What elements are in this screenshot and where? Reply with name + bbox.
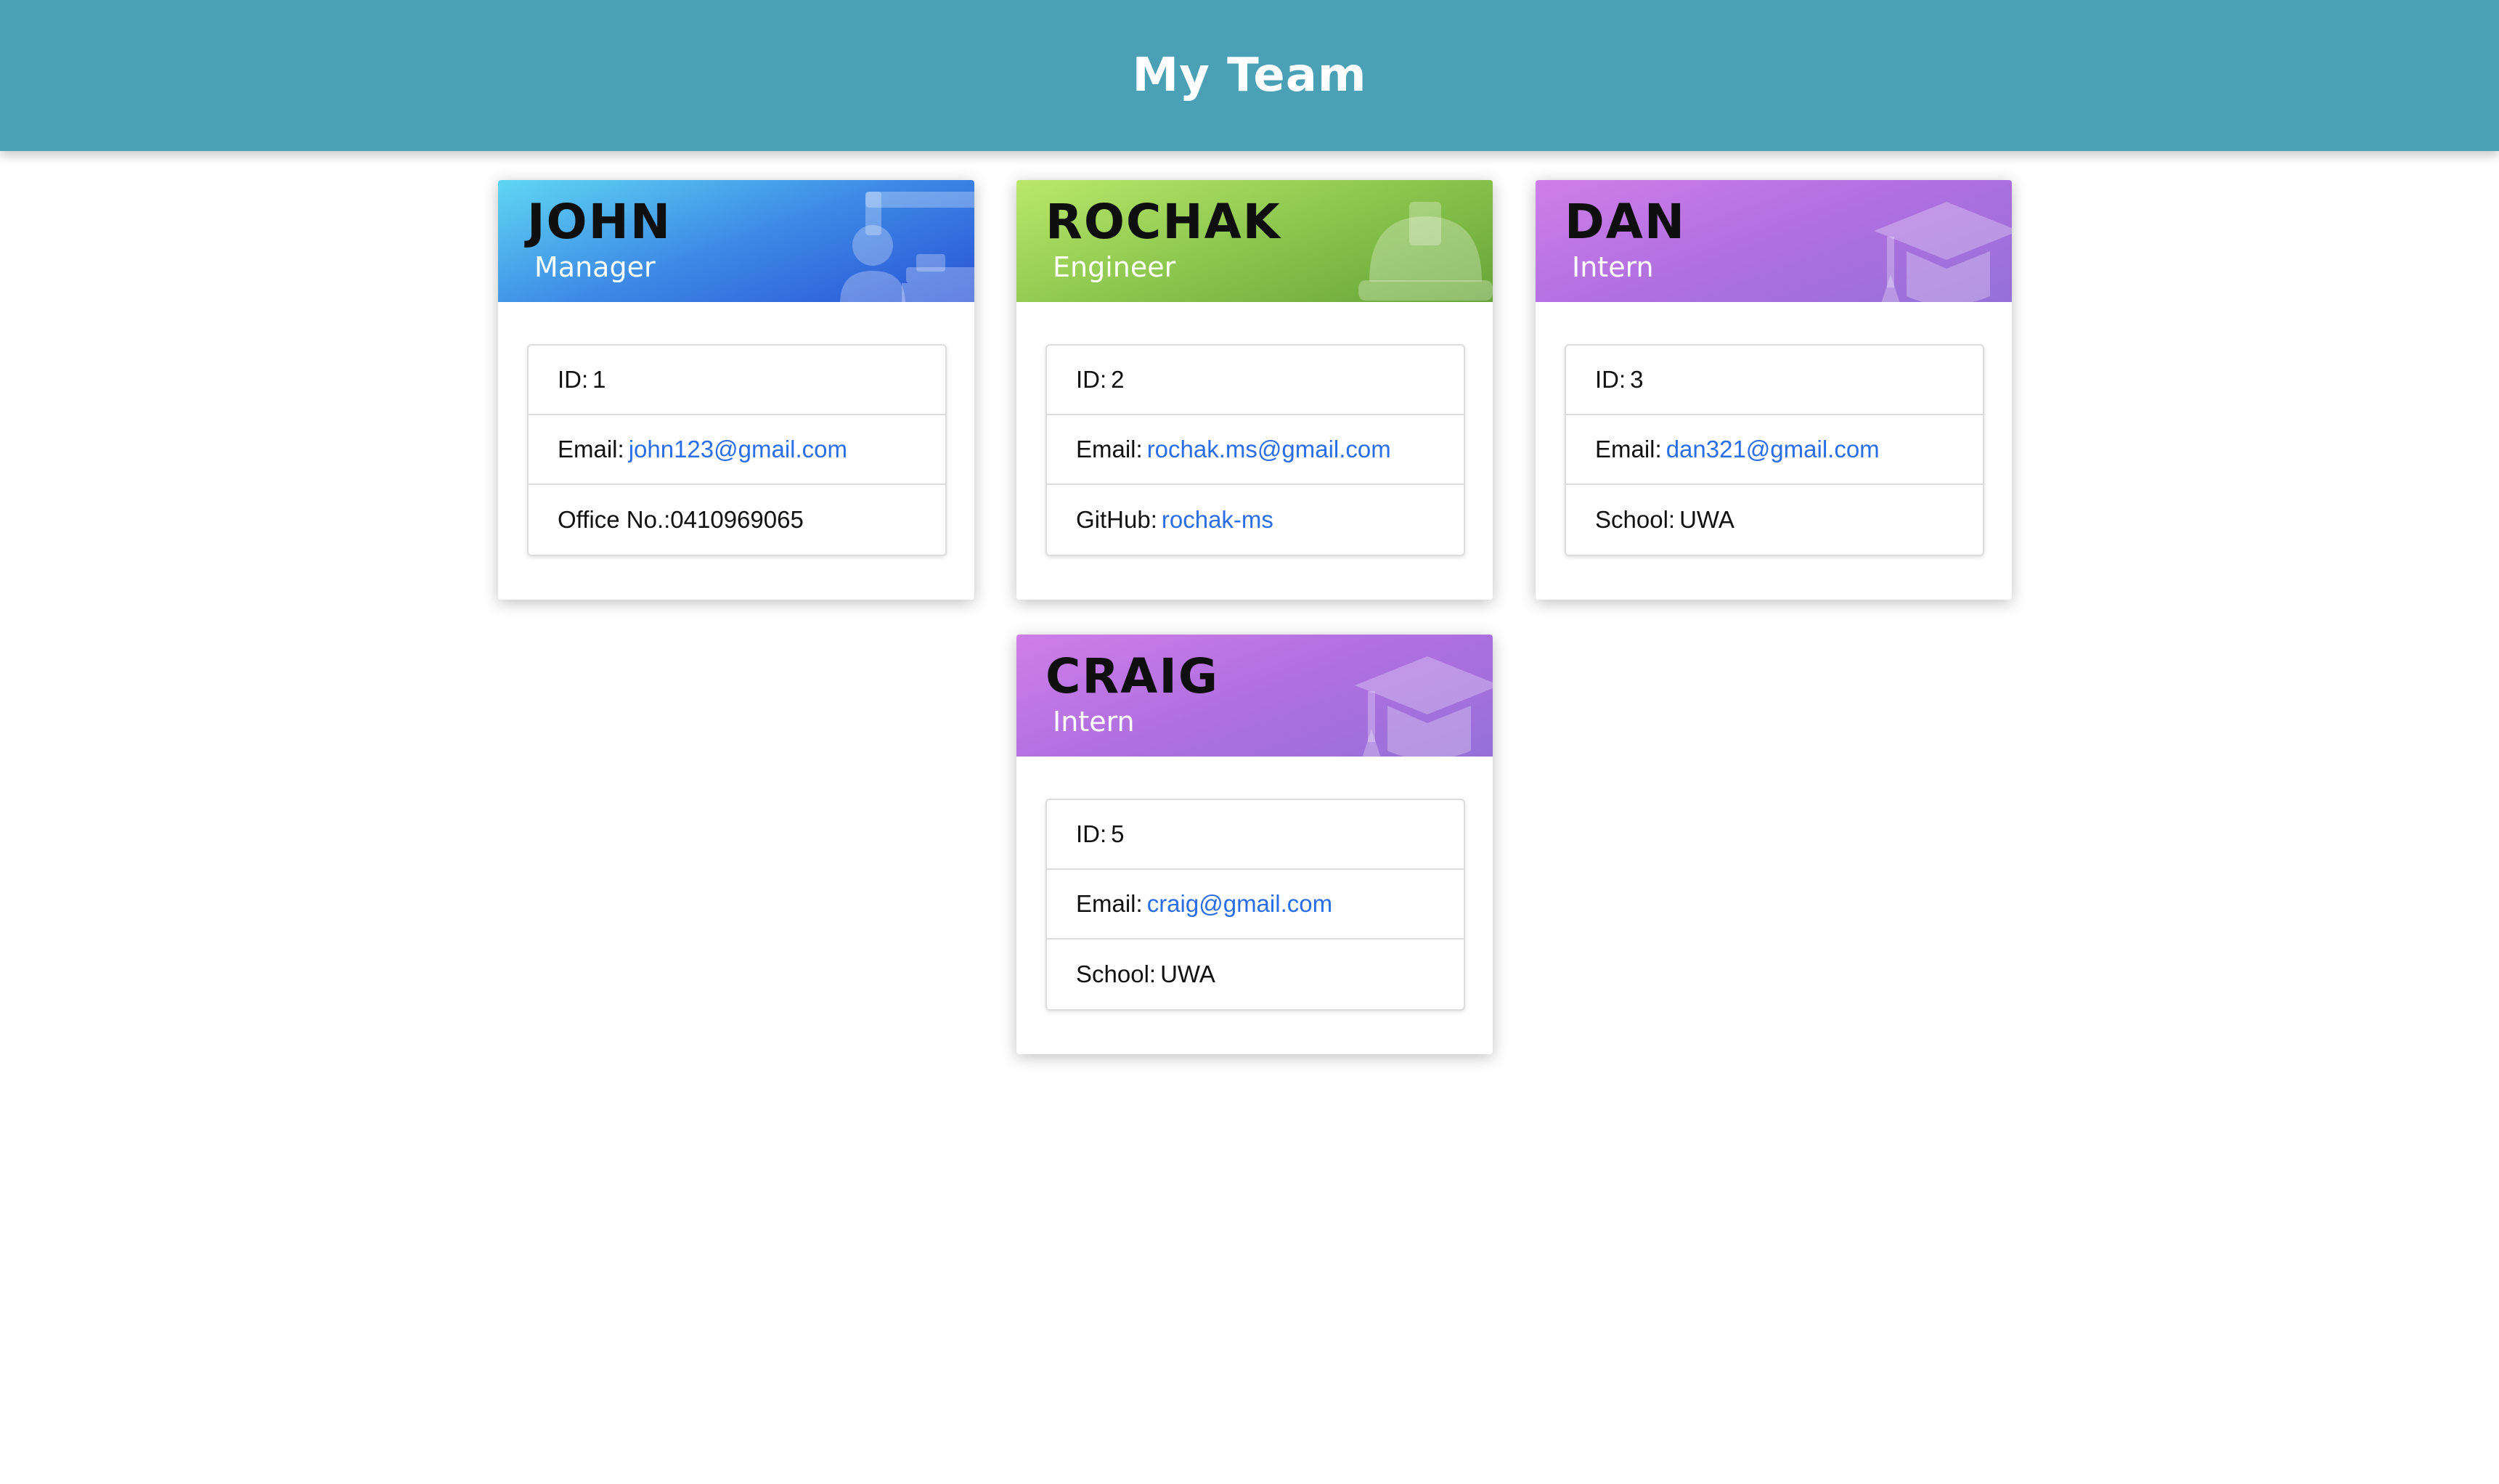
card-header: CRAIG Intern: [1016, 635, 1493, 757]
card-header: JOHN Manager: [498, 180, 974, 302]
employee-details: ID: 3 Email: dan321@gmail.com School: UW…: [1565, 344, 1984, 556]
employee-card-rochak: ROCHAK Engineer ID: 2 Email: rochak.ms@g…: [1016, 180, 1493, 600]
employee-card-john: JOHN Manager ID: 1 Email: john123@gmail.…: [498, 180, 974, 600]
email-label: Email:: [1076, 436, 1143, 462]
hard-hat-icon: [1358, 202, 1493, 301]
employee-role: Intern: [1053, 706, 1135, 738]
id-label: ID:: [1076, 820, 1107, 847]
github-row: GitHub: rochak-ms: [1047, 485, 1464, 555]
employee-details: ID: 2 Email: rochak.ms@gmail.com GitHub:…: [1045, 344, 1465, 556]
card-header: ROCHAK Engineer: [1016, 180, 1493, 302]
email-label: Email:: [1595, 436, 1662, 462]
github-label: GitHub:: [1076, 506, 1157, 533]
id-row: ID: 3: [1566, 346, 1983, 415]
graduation-cap-icon: [1874, 202, 2012, 302]
employee-details: ID: 1 Email: john123@gmail.com Office No…: [527, 344, 947, 556]
graduation-cap-icon: [1355, 656, 1493, 757]
employee-name: ROCHAK: [1045, 194, 1281, 250]
github-link[interactable]: rochak-ms: [1162, 506, 1273, 534]
id-label: ID:: [1076, 366, 1107, 393]
id-value: 2: [1111, 366, 1125, 393]
page-header: My Team: [0, 0, 2499, 151]
school-row: School: UWA: [1047, 939, 1464, 1009]
email-label: Email:: [558, 436, 624, 462]
employee-card-dan: DAN Intern ID: 3 Email: dan321@gmail.com…: [1536, 180, 2012, 600]
id-value: 3: [1630, 366, 1644, 393]
employee-name: JOHN: [527, 194, 672, 250]
card-header: DAN Intern: [1536, 180, 2012, 302]
email-link[interactable]: dan321@gmail.com: [1666, 436, 1880, 463]
email-link[interactable]: craig@gmail.com: [1147, 890, 1332, 918]
school-row: School: UWA: [1566, 485, 1983, 555]
school-value: UWA: [1679, 506, 1734, 533]
email-link[interactable]: rochak.ms@gmail.com: [1147, 436, 1391, 463]
office-number-label: Office No.:: [558, 506, 671, 533]
id-value: 1: [592, 366, 606, 393]
office-number-value: 0410969065: [670, 506, 804, 533]
id-row: ID: 5: [1047, 800, 1464, 870]
id-label: ID:: [558, 366, 589, 393]
employee-card-craig: CRAIG Intern ID: 5 Email: craig@gmail.co…: [1016, 635, 1493, 1054]
id-label: ID:: [1595, 366, 1626, 393]
school-label: School:: [1076, 961, 1157, 987]
office-number-row: Office No.: 0410969065: [529, 485, 945, 555]
id-value: 5: [1111, 820, 1125, 847]
email-row: Email: rochak.ms@gmail.com: [1047, 415, 1464, 485]
employee-name: DAN: [1565, 194, 1687, 250]
employee-role: Manager: [534, 251, 656, 283]
id-row: ID: 2: [1047, 346, 1464, 415]
email-label: Email:: [1076, 890, 1143, 917]
employee-role: Intern: [1572, 251, 1654, 283]
school-label: School:: [1595, 506, 1676, 533]
id-row: ID: 1: [529, 346, 945, 415]
email-link[interactable]: john123@gmail.com: [629, 436, 847, 463]
school-value: UWA: [1160, 961, 1215, 987]
employee-details: ID: 5 Email: craig@gmail.com School: UWA: [1045, 799, 1465, 1011]
email-row: Email: dan321@gmail.com: [1566, 415, 1983, 485]
email-row: Email: john123@gmail.com: [529, 415, 945, 485]
manager-icon: [840, 192, 974, 302]
page-title: My Team: [1132, 49, 1367, 102]
email-row: Email: craig@gmail.com: [1047, 870, 1464, 939]
employee-role: Engineer: [1053, 251, 1176, 283]
employee-name: CRAIG: [1045, 648, 1220, 704]
